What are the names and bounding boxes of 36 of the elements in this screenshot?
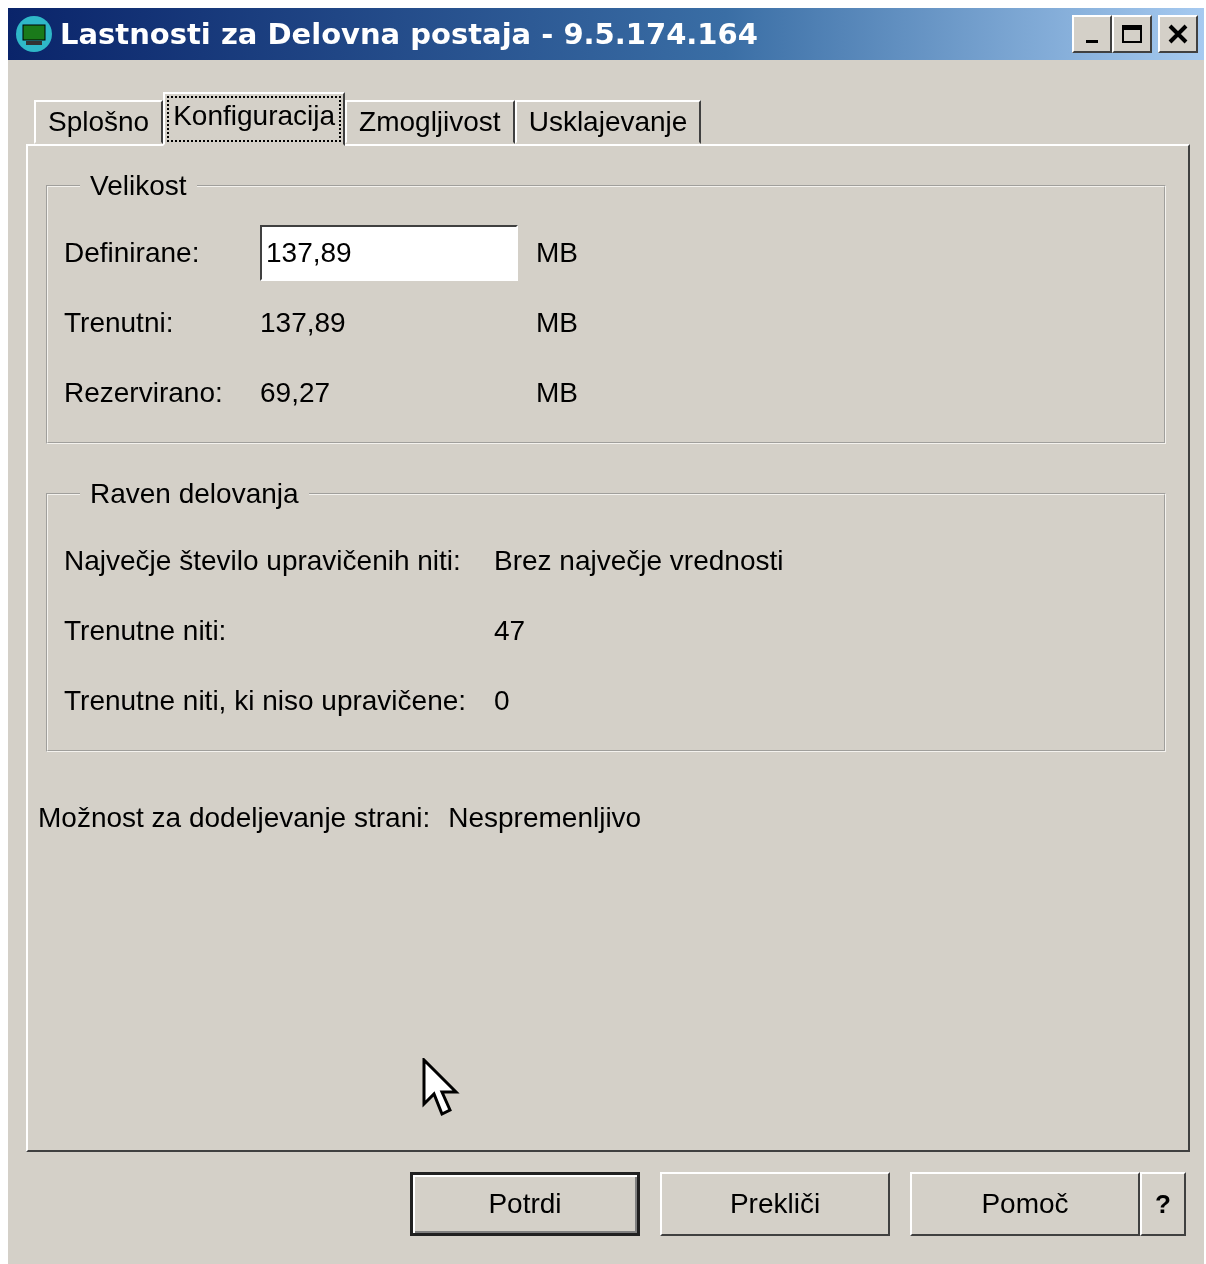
unit-text: MB [536, 237, 578, 269]
field-label: Trenutni: [64, 307, 175, 339]
field-label: Trenutne niti, ki niso upravičene: [64, 685, 468, 717]
tab[interactable]: Konfiguracija [163, 92, 346, 146]
group-title: Velikost [89, 170, 188, 202]
tab[interactable]: Splošno [34, 100, 164, 144]
input-field[interactable]: 137,89 [260, 225, 518, 281]
close-button[interactable] [1158, 15, 1198, 53]
value-text: 47 [494, 615, 526, 647]
value-text: 69,27 [260, 377, 332, 409]
maximize-button[interactable] [1112, 15, 1152, 53]
dialog-button[interactable]: Potrdi [410, 1172, 640, 1236]
tab[interactable]: Usklajevanje [514, 100, 702, 144]
help-button[interactable]: ? [1140, 1172, 1186, 1236]
minimize-button[interactable] [1072, 15, 1112, 53]
computer-icon [14, 14, 54, 54]
window-title: Lastnosti za Delovna postaja - 9.5.174.164 [60, 17, 759, 51]
mouse-pointer-icon [422, 1058, 462, 1118]
value-text: Brez največje vrednosti [494, 545, 784, 577]
value-text: Nespremenljivo [448, 802, 642, 834]
dialog-button[interactable]: Pomoč [910, 1172, 1140, 1236]
close-icon [1167, 24, 1189, 44]
field-label: Definirane: [64, 237, 201, 269]
field-label: Največje število upravičenih niti: [64, 545, 462, 577]
field-label: Trenutne niti: [64, 615, 228, 647]
tab[interactable]: Zmogljivost [345, 100, 515, 144]
group-title: Raven delovanja [89, 478, 300, 510]
maximize-icon [1121, 24, 1143, 44]
minimize-icon [1086, 39, 1098, 43]
unit-text: MB [536, 377, 578, 409]
value-text: 0 [494, 685, 510, 717]
dialog-button[interactable]: Prekliči [660, 1172, 890, 1236]
field-label: Možnost za dodeljevanje strani: [38, 802, 431, 834]
value-text: 137,89 [260, 307, 347, 339]
unit-text: MB [536, 307, 578, 339]
field-label: Rezervirano: [64, 377, 224, 409]
